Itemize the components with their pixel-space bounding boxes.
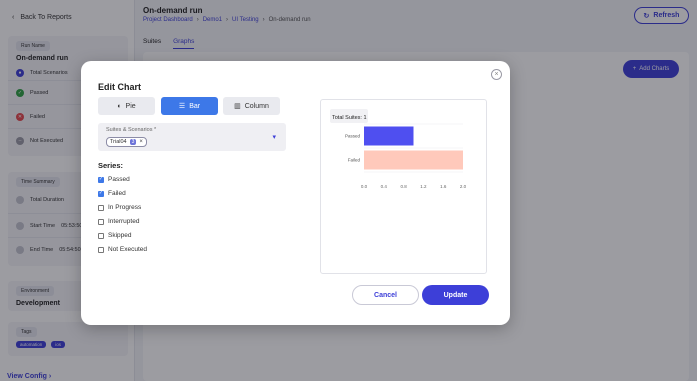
select-label: Suites & Scenarios * (106, 127, 157, 133)
chevron-down-icon[interactable]: ▾ (272, 133, 276, 141)
pie-icon: ◐ (117, 102, 122, 110)
series-label: In Progress (108, 204, 142, 211)
update-label: Update (443, 291, 468, 299)
close-icon[interactable]: × (491, 69, 502, 80)
modal-title: Edit Chart (98, 82, 142, 92)
bar-passed (364, 126, 414, 146)
chart-type-label: Column (244, 102, 269, 110)
chart-title: Total Suites: 1 (332, 115, 367, 121)
column-icon: ▥ (234, 103, 241, 110)
selected-suite-chip[interactable]: Trial04 3 × (106, 137, 147, 147)
tick-label: 0.8 (400, 184, 407, 189)
series-label: Interrupted (108, 218, 140, 225)
tick-label: 1.2 (420, 184, 427, 189)
chip-count-badge: 3 (129, 139, 137, 145)
series-checkbox-not-executed[interactable]: Not Executed (98, 246, 147, 253)
chart-preview: Total Suites: 1 Passed Failed 0.0 0.4 0.8 1.2 1… (320, 99, 487, 274)
chart-type-label: Pie (125, 102, 136, 110)
edit-chart-modal: × Edit Chart ◐ Pie ☰ Bar ▥ Column Suites… (81, 61, 510, 325)
series-label: Skipped (108, 232, 132, 239)
checkbox-checked-icon[interactable]: ✓ (98, 176, 104, 183)
series-label: Passed (108, 176, 130, 183)
series-checkbox-in-progress[interactable]: In Progress (98, 204, 141, 211)
chart-type-column-button[interactable]: ▥ Column (223, 97, 280, 115)
tick-label: 0.4 (381, 184, 388, 189)
series-label: Failed (108, 190, 126, 197)
series-title: Series: (98, 161, 124, 170)
series-checkbox-failed[interactable]: ✓ Failed (98, 190, 126, 197)
tick-label: 1.6 (440, 184, 447, 189)
series-checkbox-skipped[interactable]: Skipped (98, 232, 132, 239)
cancel-button[interactable]: Cancel (352, 285, 419, 305)
category-label: Failed (348, 158, 361, 163)
series-label: Not Executed (108, 246, 148, 253)
checkbox-unchecked-icon[interactable] (98, 204, 104, 211)
bar-icon: ☰ (178, 103, 186, 110)
cancel-label: Cancel (374, 291, 397, 299)
bar-chart: Total Suites: 1 Passed Failed 0.0 0.4 0.8 1.2 1… (330, 109, 467, 189)
update-button[interactable]: Update (422, 285, 489, 305)
checkbox-unchecked-icon[interactable] (98, 218, 104, 225)
chip-label: Trial04 (110, 139, 127, 145)
chart-type-label: Bar (189, 102, 201, 110)
checkbox-checked-icon[interactable]: ✓ (98, 190, 104, 197)
category-label: Passed (345, 134, 361, 139)
chart-type-pie-button[interactable]: ◐ Pie (98, 97, 155, 115)
suites-scenarios-select[interactable]: Suites & Scenarios * Trial04 3 × ▾ (98, 123, 286, 151)
series-checkbox-interrupted[interactable]: Interrupted (98, 218, 139, 225)
tick-label: 2.0 (460, 184, 467, 189)
tick-label: 0.0 (361, 184, 368, 189)
checkbox-unchecked-icon[interactable] (98, 246, 104, 253)
bar-failed (364, 150, 463, 170)
checkbox-unchecked-icon[interactable] (98, 232, 104, 239)
chart-type-bar-button[interactable]: ☰ Bar (161, 97, 218, 115)
chip-remove-icon[interactable]: × (139, 139, 143, 145)
series-checkbox-passed[interactable]: ✓ Passed (98, 176, 130, 183)
